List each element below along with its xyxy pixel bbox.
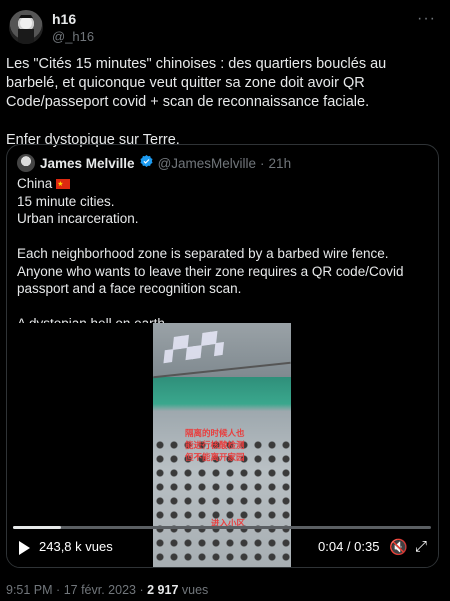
view-count: 2 917: [147, 583, 179, 597]
tweet-meta: 9:51 PM · 17 févr. 2023 · 2 917 vues: [6, 583, 208, 597]
play-icon[interactable]: [19, 541, 30, 555]
quoted-text-lines: China 15 minute cities. Urban incarcerat…: [17, 175, 432, 228]
separator-dot: ·: [139, 583, 144, 597]
author-avatar[interactable]: [9, 10, 43, 44]
video-controls: 243,8 k vues 0:04 / 0:35 🔇 ⤢: [7, 535, 438, 561]
quoted-line-china: China: [17, 176, 53, 191]
video-progress-bar[interactable]: [13, 526, 431, 529]
video-sign-graphic: ▞▚▞▚: [162, 332, 223, 363]
tweet-date[interactable]: 17 févr. 2023: [64, 583, 136, 597]
china-flag-icon: [56, 176, 71, 194]
quoted-line: 15 minute cities.: [17, 193, 115, 209]
separator-dot: ·: [260, 155, 265, 171]
video-player[interactable]: ▞▚▞▚ 隔离的时候人也 能进行核酸检测 但不能离开家园 进入小区 243,8 …: [7, 323, 438, 567]
quoted-author-avatar: [17, 154, 35, 172]
quoted-author-handle: @JamesMelville: [157, 155, 257, 171]
video-caption: 能进行核酸检测: [185, 440, 245, 450]
video-progress-fill: [13, 526, 61, 529]
more-options-icon[interactable]: ···: [417, 10, 436, 28]
tweet-time[interactable]: 9:51 PM: [6, 583, 53, 597]
quoted-line: Urban incarceration.: [17, 211, 139, 226]
barbed-wire-graphic: [153, 361, 291, 379]
video-caption: 但不能离开家园: [185, 452, 245, 462]
quoted-tweet[interactable]: James Melville @JamesMelville · 21h Chin…: [6, 144, 439, 568]
quoted-author-name: James Melville: [40, 155, 135, 171]
separator-dot: ·: [56, 583, 61, 597]
quoted-paragraph: Each neighborhood zone is separated by a…: [17, 246, 404, 296]
author-name[interactable]: h16: [52, 11, 76, 27]
author-handle[interactable]: @_h16: [52, 29, 94, 44]
video-time: 0:04 / 0:35: [318, 539, 380, 554]
video-caption: 隔离的时候人也: [185, 428, 245, 438]
quoted-tweet-header: James Melville @JamesMelville · 21h: [17, 154, 291, 172]
tweet-text-paragraph: Les "Cités 15 minutes" chinoises : des q…: [6, 56, 387, 110]
view-label: vues: [181, 583, 209, 597]
video-frame[interactable]: ▞▚▞▚ 隔离的时候人也 能进行核酸检测 但不能离开家园 进入小区: [153, 323, 291, 567]
mute-icon[interactable]: 🔇: [389, 538, 408, 556]
video-views: 243,8 k vues: [39, 539, 113, 554]
fullscreen-icon[interactable]: ⤢: [415, 538, 427, 555]
verified-badge-icon: [139, 154, 154, 172]
tweet: h16 @_h16 ··· Les "Cités 15 minutes" chi…: [0, 0, 450, 601]
quoted-timestamp: 21h: [268, 155, 292, 171]
